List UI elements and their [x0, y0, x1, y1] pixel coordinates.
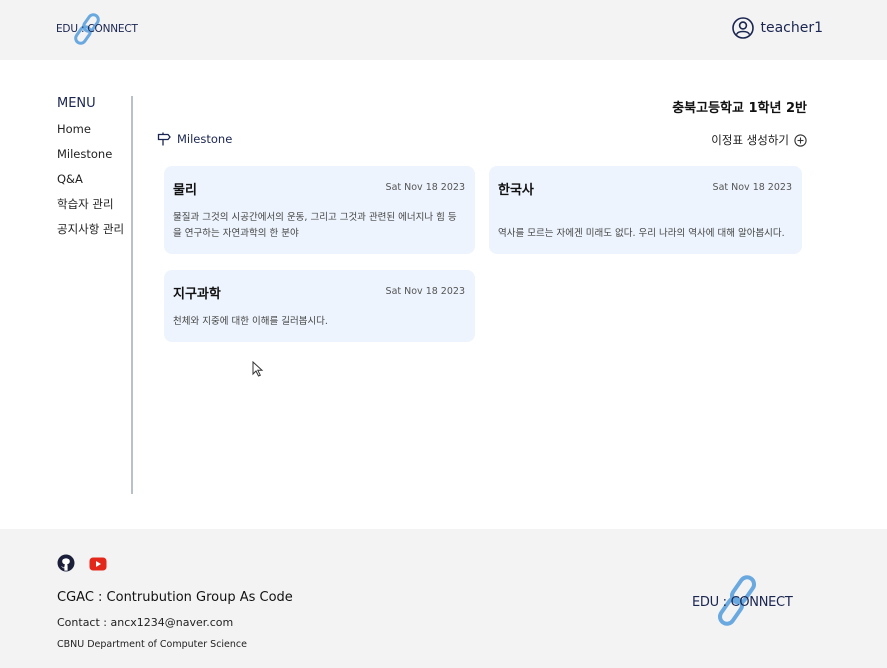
- edu-connect-logo[interactable]: EDU : CONNECT: [56, 12, 138, 48]
- card-title: 물리: [173, 183, 197, 198]
- card-date: Sat Nov 18 2023: [385, 182, 465, 193]
- milestone-card[interactable]: 한국사 Sat Nov 18 2023 역사를 모르는 자에겐 미래도 없다. …: [489, 166, 802, 254]
- sidebar-item-notice-management[interactable]: 공지사항 관리: [57, 222, 131, 247]
- card-date: Sat Nov 18 2023: [385, 286, 465, 297]
- footer-logo-text: EDU : CONNECT: [692, 595, 793, 610]
- username: teacher1: [760, 20, 823, 36]
- social-links: [57, 554, 121, 576]
- card-title: 지구과학: [173, 287, 221, 302]
- sidebar-item-student-management[interactable]: 학습자 관리: [57, 197, 131, 222]
- card-description: 천체와 지중에 대한 이해를 길러봅시다.: [173, 316, 328, 327]
- logo-text: EDU : CONNECT: [56, 23, 138, 35]
- create-milestone-button[interactable]: 이정표 생성하기: [711, 132, 807, 148]
- user-icon: [732, 17, 755, 39]
- card-description: 물질과 그것의 시공간에서의 운동, 그리고 그것과 관련된 에너지나 힘 등을…: [173, 212, 457, 239]
- sidebar-item-qna[interactable]: Q&A: [57, 172, 131, 197]
- section-label: Milestone: [177, 132, 233, 146]
- github-icon[interactable]: [57, 554, 75, 576]
- card-description: 역사를 모르는 자에겐 미래도 없다. 우리 나라의 역사에 대해 알아봅시다.: [498, 228, 785, 239]
- footer-logo: EDU : CONNECT: [690, 571, 800, 633]
- sidebar: MENU Home Milestone Q&A 학습자 관리 공지사항 관리: [57, 96, 133, 494]
- user-menu[interactable]: teacher1: [732, 17, 823, 39]
- sidebar-item-home[interactable]: Home: [57, 122, 131, 147]
- menu-title: MENU: [57, 96, 96, 111]
- create-milestone-label: 이정표 생성하기: [711, 133, 789, 147]
- header: EDU : CONNECT teacher1: [0, 0, 887, 60]
- card-date: Sat Nov 18 2023: [712, 182, 792, 193]
- card-title: 한국사: [498, 183, 534, 198]
- footer-contact: Contact : ancx1234@naver.com: [57, 616, 234, 629]
- section-header: Milestone: [157, 132, 232, 146]
- plus-circle-icon: [794, 133, 807, 147]
- mouse-cursor-icon: [252, 361, 264, 377]
- sidebar-item-milestone[interactable]: Milestone: [57, 147, 131, 172]
- footer: CGAC : Contrubution Group As Code Contac…: [0, 529, 887, 668]
- class-title: 충북고등학교 1학년 2반: [672, 101, 807, 116]
- youtube-icon[interactable]: [89, 556, 107, 575]
- milestone-card[interactable]: 물리 Sat Nov 18 2023 물질과 그것의 시공간에서의 운동, 그리…: [164, 166, 475, 254]
- milestone-card[interactable]: 지구과학 Sat Nov 18 2023 천체와 지중에 대한 이해를 길러봅시…: [164, 270, 475, 342]
- footer-org-name: CGAC : Contrubution Group As Code: [57, 590, 293, 605]
- footer-department: CBNU Department of Computer Science: [57, 639, 247, 650]
- signpost-icon: [157, 132, 171, 146]
